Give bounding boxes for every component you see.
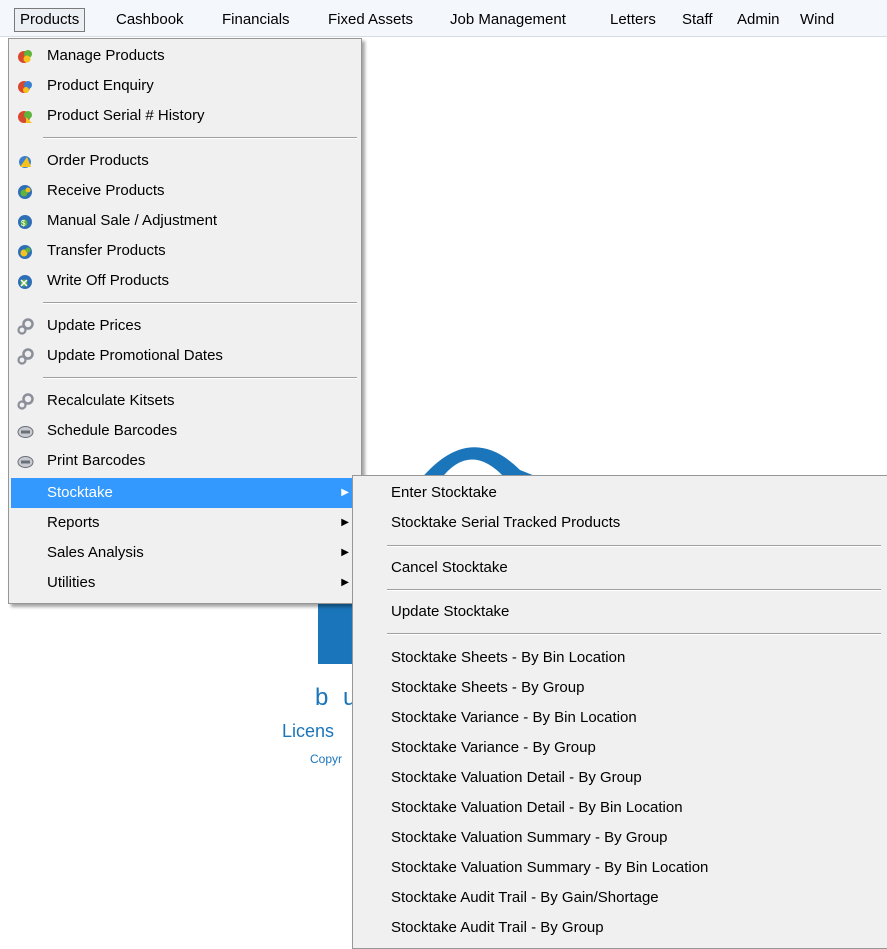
menu-item-label: Receive Products xyxy=(47,182,165,199)
menu-separator xyxy=(387,633,881,635)
valuation-detail-by-group-item[interactable]: Stocktake Valuation Detail - By Group xyxy=(355,763,885,793)
recalculate-kitsets-item[interactable]: Recalculate Kitsets xyxy=(11,386,359,416)
update-prices-item[interactable]: Update Prices xyxy=(11,311,359,341)
serial-history-icon xyxy=(18,111,32,123)
menu-separator xyxy=(387,589,881,591)
menu-separator xyxy=(43,137,357,139)
transfer-products-item[interactable]: Transfer Products xyxy=(11,236,359,266)
menu-item-label: Recalculate Kitsets xyxy=(47,392,175,409)
write-off-products-item[interactable]: Write Off Products xyxy=(11,266,359,296)
sheets-by-bin-item[interactable]: Stocktake Sheets - By Bin Location xyxy=(355,643,885,673)
menu-item-label: Manual Sale / Adjustment xyxy=(47,212,218,229)
submenu-arrow-icon: ▶ xyxy=(341,517,349,528)
enter-stocktake-item[interactable]: Enter Stocktake xyxy=(355,478,885,508)
utilities-item[interactable]: Utilities ▶ xyxy=(11,568,359,598)
variance-by-bin-item[interactable]: Stocktake Variance - By Bin Location xyxy=(355,703,885,733)
transfer-products-icon xyxy=(18,245,32,259)
menu-separator xyxy=(43,377,357,379)
menu-item-label: Print Barcodes xyxy=(47,452,146,469)
stocktake-submenu: Enter Stocktake Stocktake Serial Tracked… xyxy=(352,475,887,949)
menu-item-label: Stocktake xyxy=(47,484,113,501)
menu-item-label: Reports xyxy=(47,514,100,531)
manual-sale-icon: $ xyxy=(18,215,32,229)
update-stocktake-item[interactable]: Update Stocktake xyxy=(355,597,885,627)
copyright-text: Copyr xyxy=(310,752,343,766)
update-promotional-dates-item[interactable]: Update Promotional Dates xyxy=(11,341,359,371)
valuation-summary-by-group-item[interactable]: Stocktake Valuation Summary - By Group xyxy=(355,823,885,853)
product-serial-history-item[interactable]: Product Serial # History xyxy=(11,101,359,131)
menu-item-label: Product Enquiry xyxy=(47,77,154,94)
schedule-barcodes-item[interactable]: Schedule Barcodes xyxy=(11,416,359,446)
valuation-summary-by-bin-item[interactable]: Stocktake Valuation Summary - By Bin Loc… xyxy=(355,853,885,883)
menu-item-label: Order Products xyxy=(47,152,149,169)
menu-item-label: Stocktake Sheets - By Bin Location xyxy=(391,649,626,666)
menu-item-label: Schedule Barcodes xyxy=(47,422,178,439)
order-products-icon xyxy=(19,156,31,168)
menu-item-label: Manage Products xyxy=(47,47,165,64)
menu-item-label: Write Off Products xyxy=(47,272,169,289)
receive-products-icon xyxy=(18,185,32,199)
menu-separator xyxy=(43,302,357,304)
menu-item-label: Stocktake Valuation Detail - By Bin Loca… xyxy=(391,799,683,816)
audit-trail-by-gain-shortage-item[interactable]: Stocktake Audit Trail - By Gain/Shortage xyxy=(355,883,885,913)
manage-products-icon xyxy=(18,50,32,63)
menu-item-label: Stocktake Variance - By Group xyxy=(391,739,596,756)
gears-icon xyxy=(17,318,34,335)
variance-by-group-item[interactable]: Stocktake Variance - By Group xyxy=(355,733,885,763)
menu-item-label: Stocktake Sheets - By Group xyxy=(391,679,585,696)
print-barcodes-item[interactable]: Print Barcodes xyxy=(11,446,359,476)
menu-item-label: Update Stocktake xyxy=(391,603,510,620)
gears-icon xyxy=(17,348,34,365)
menu-item-label: Stocktake Audit Trail - By Gain/Shortage xyxy=(391,889,659,906)
menu-item-label: Product Serial # History xyxy=(47,107,205,124)
receive-products-item[interactable]: Receive Products xyxy=(11,176,359,206)
sales-analysis-item[interactable]: Sales Analysis ▶ xyxy=(11,538,359,568)
stocktake-serial-tracked-item[interactable]: Stocktake Serial Tracked Products xyxy=(355,508,885,538)
menu-separator xyxy=(387,545,881,547)
reports-item[interactable]: Reports ▶ xyxy=(11,508,359,538)
order-products-item[interactable]: Order Products xyxy=(11,146,359,176)
menu-item-label: Enter Stocktake xyxy=(391,484,497,501)
menu-item-label: Stocktake Variance - By Bin Location xyxy=(391,709,637,726)
menu-item-label: Stocktake Valuation Summary - By Group xyxy=(391,829,668,846)
manual-sale-adjustment-item[interactable]: $ Manual Sale / Adjustment xyxy=(11,206,359,236)
barcode-icon xyxy=(17,456,34,468)
menu-item-label: Utilities xyxy=(47,574,96,591)
submenu-arrow-icon: ▶ xyxy=(341,547,349,558)
write-off-icon xyxy=(18,275,32,289)
product-enquiry-item[interactable]: Product Enquiry xyxy=(11,71,359,101)
svg-text:$: $ xyxy=(21,219,26,228)
menu-item-label: Stocktake Valuation Summary - By Bin Loc… xyxy=(391,859,709,876)
submenu-arrow-icon: ▶ xyxy=(341,577,349,588)
menu-item-label: Update Promotional Dates xyxy=(47,347,223,364)
menu-item-label: Update Prices xyxy=(47,317,142,334)
cancel-stocktake-item[interactable]: Cancel Stocktake xyxy=(355,553,885,583)
stocktake-item[interactable]: Stocktake ▶ xyxy=(11,478,359,508)
gears-icon xyxy=(17,393,34,410)
menu-item-label: Transfer Products xyxy=(47,242,166,259)
products-menu: Manage Products Product Enquiry Product … xyxy=(8,38,362,604)
valuation-detail-by-bin-item[interactable]: Stocktake Valuation Detail - By Bin Loca… xyxy=(355,793,885,823)
sheets-by-group-item[interactable]: Stocktake Sheets - By Group xyxy=(355,673,885,703)
menu-item-label: Cancel Stocktake xyxy=(391,559,508,576)
manage-products-item[interactable]: Manage Products xyxy=(11,41,359,71)
menu-item-label: Stocktake Valuation Detail - By Group xyxy=(391,769,642,786)
menu-item-label: Stocktake Audit Trail - By Group xyxy=(391,919,604,936)
product-enquiry-icon xyxy=(18,81,32,93)
audit-trail-by-group-item[interactable]: Stocktake Audit Trail - By Group xyxy=(355,913,885,943)
menu-item-label: Stocktake Serial Tracked Products xyxy=(391,514,621,531)
license-text: Licens xyxy=(282,721,335,741)
barcode-icon xyxy=(17,426,34,438)
menu-item-label: Sales Analysis xyxy=(47,544,144,561)
submenu-arrow-icon: ▶ xyxy=(341,487,349,498)
